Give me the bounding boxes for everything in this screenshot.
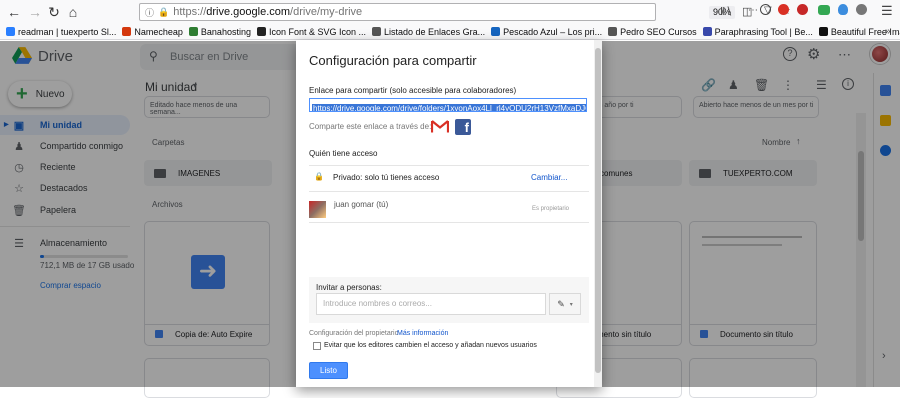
bookmarks-bar: readman | tuexperto Sl... Namecheap Bana… bbox=[0, 24, 900, 40]
facebook-icon[interactable]: f bbox=[455, 119, 471, 135]
extension-blue-icon[interactable] bbox=[838, 4, 848, 15]
bookmark-favicon-icon bbox=[608, 27, 618, 36]
url-host: drive.google.com bbox=[206, 6, 291, 18]
bookmark-favicon-icon bbox=[372, 27, 382, 36]
bookmark-favicon-icon bbox=[491, 27, 501, 36]
owner-role: Es propietario bbox=[532, 206, 570, 212]
access-heading: Quién tiene acceso bbox=[309, 149, 378, 158]
dialog-scrollbar[interactable] bbox=[594, 40, 602, 387]
share-link-value[interactable]: https://drive.google.com/drive/folders/1… bbox=[312, 104, 586, 111]
bookmarks-overflow-icon[interactable]: » bbox=[885, 26, 891, 37]
url-path: /drive/my-drive bbox=[290, 6, 363, 18]
reload-icon[interactable]: ↻ bbox=[44, 2, 64, 22]
menu-icon[interactable]: ☰ bbox=[881, 3, 893, 19]
gmail-icon[interactable] bbox=[431, 120, 449, 133]
bookmark-item[interactable]: Icon Font & SVG Icon ... bbox=[256, 26, 367, 37]
lock-icon: 🔒 bbox=[314, 172, 324, 181]
bookmark-item[interactable]: Pescado Azul – Los pri... bbox=[491, 27, 602, 37]
forward-icon[interactable]: → bbox=[25, 2, 45, 22]
bookmark-item[interactable]: Banahosting bbox=[188, 26, 251, 37]
bookmark-label: readman | tuexperto Sl... bbox=[18, 26, 117, 37]
info-icon[interactable]: ⓘ bbox=[145, 6, 154, 19]
adblock-icon[interactable] bbox=[797, 4, 808, 15]
avatar bbox=[309, 201, 326, 218]
extension-gray-icon[interactable] bbox=[856, 4, 867, 15]
dialog-title: Configuración para compartir bbox=[309, 53, 477, 68]
owner-name: juan gomar (tú) bbox=[334, 200, 389, 209]
library-icon[interactable]: Ⅱ∖ bbox=[720, 5, 732, 18]
browser-toolbar: ← → ↻ ⌂ ⓘ 🔒 https://drive.google.com/dri… bbox=[0, 0, 900, 24]
share-dialog: Configuración para compartir Enlace para… bbox=[296, 40, 602, 387]
chevron-down-icon: ▾ bbox=[569, 301, 573, 308]
prevent-editors-label[interactable]: Evitar que los editores cambien el acces… bbox=[324, 342, 537, 349]
bookmark-favicon-icon bbox=[6, 27, 15, 36]
invite-people-input[interactable]: Introduce nombres o correos... bbox=[316, 293, 546, 315]
more-info-link[interactable]: Más información bbox=[397, 330, 448, 337]
permission-dropdown[interactable]: ✎ ▾ bbox=[549, 293, 581, 315]
invite-label: Invitar a personas: bbox=[316, 283, 382, 292]
pencil-icon: ✎ bbox=[557, 298, 565, 309]
bookmark-item[interactable]: Namecheap bbox=[122, 27, 183, 37]
share-link-label: Enlace para compartir (solo accesible pa… bbox=[309, 86, 517, 95]
sidebar-toggle-icon[interactable]: ◫ bbox=[742, 5, 752, 18]
bookmark-favicon-icon bbox=[702, 27, 712, 36]
bookmark-item[interactable]: Pedro SEO Cursos bbox=[608, 27, 697, 37]
bookmark-favicon-icon bbox=[818, 27, 828, 36]
bookmark-item[interactable]: readman | tuexperto Sl... bbox=[6, 27, 116, 37]
bookmark-label: Paraphrasing Tool | Be... bbox=[714, 26, 813, 37]
change-access-link[interactable]: Cambiar... bbox=[531, 173, 567, 182]
home-icon[interactable]: ⌂ bbox=[63, 2, 83, 22]
bookmark-label: Pedro SEO Cursos bbox=[620, 26, 697, 37]
account-icon[interactable] bbox=[760, 4, 771, 15]
share-via-label: Comparte este enlace a través de: bbox=[309, 122, 432, 131]
bookmark-label: Icon Font & SVG Icon ... bbox=[268, 26, 367, 37]
back-icon[interactable]: ← bbox=[4, 2, 24, 22]
url-scheme: https:// bbox=[173, 6, 207, 18]
privacy-status: Privado: solo tú tienes acceso bbox=[333, 173, 440, 182]
extension-green-icon[interactable] bbox=[818, 5, 830, 15]
owner-settings-label: Configuración del propietario bbox=[309, 330, 399, 337]
bookmark-label: Pescado Azul – Los pri... bbox=[503, 26, 603, 37]
bookmark-label: Banahosting bbox=[200, 26, 251, 37]
bookmark-label: Namecheap bbox=[134, 26, 183, 37]
share-link-input[interactable]: https://drive.google.com/drive/folders/1… bbox=[309, 98, 587, 112]
lock-icon[interactable]: 🔒 bbox=[158, 7, 169, 18]
access-divider bbox=[309, 165, 589, 166]
bookmark-label: Listado de Enlaces Gra... bbox=[384, 26, 486, 37]
prevent-editors-checkbox[interactable] bbox=[313, 342, 321, 350]
bookmark-favicon-icon bbox=[122, 27, 132, 36]
bookmark-item[interactable]: Paraphrasing Tool | Be... bbox=[702, 26, 813, 37]
bookmark-favicon-icon bbox=[256, 27, 266, 36]
done-button[interactable]: Listo bbox=[309, 362, 348, 379]
bookmark-favicon-icon bbox=[188, 27, 198, 36]
bookmark-item[interactable]: Listado de Enlaces Gra... bbox=[372, 27, 485, 37]
extension-red-icon[interactable] bbox=[778, 4, 789, 15]
url-bar[interactable]: ⓘ 🔒 https://drive.google.com/drive/my-dr… bbox=[139, 3, 791, 21]
privacy-divider bbox=[309, 191, 589, 192]
dialog-scrollbar-thumb[interactable] bbox=[595, 48, 601, 373]
owner-divider bbox=[309, 222, 589, 223]
